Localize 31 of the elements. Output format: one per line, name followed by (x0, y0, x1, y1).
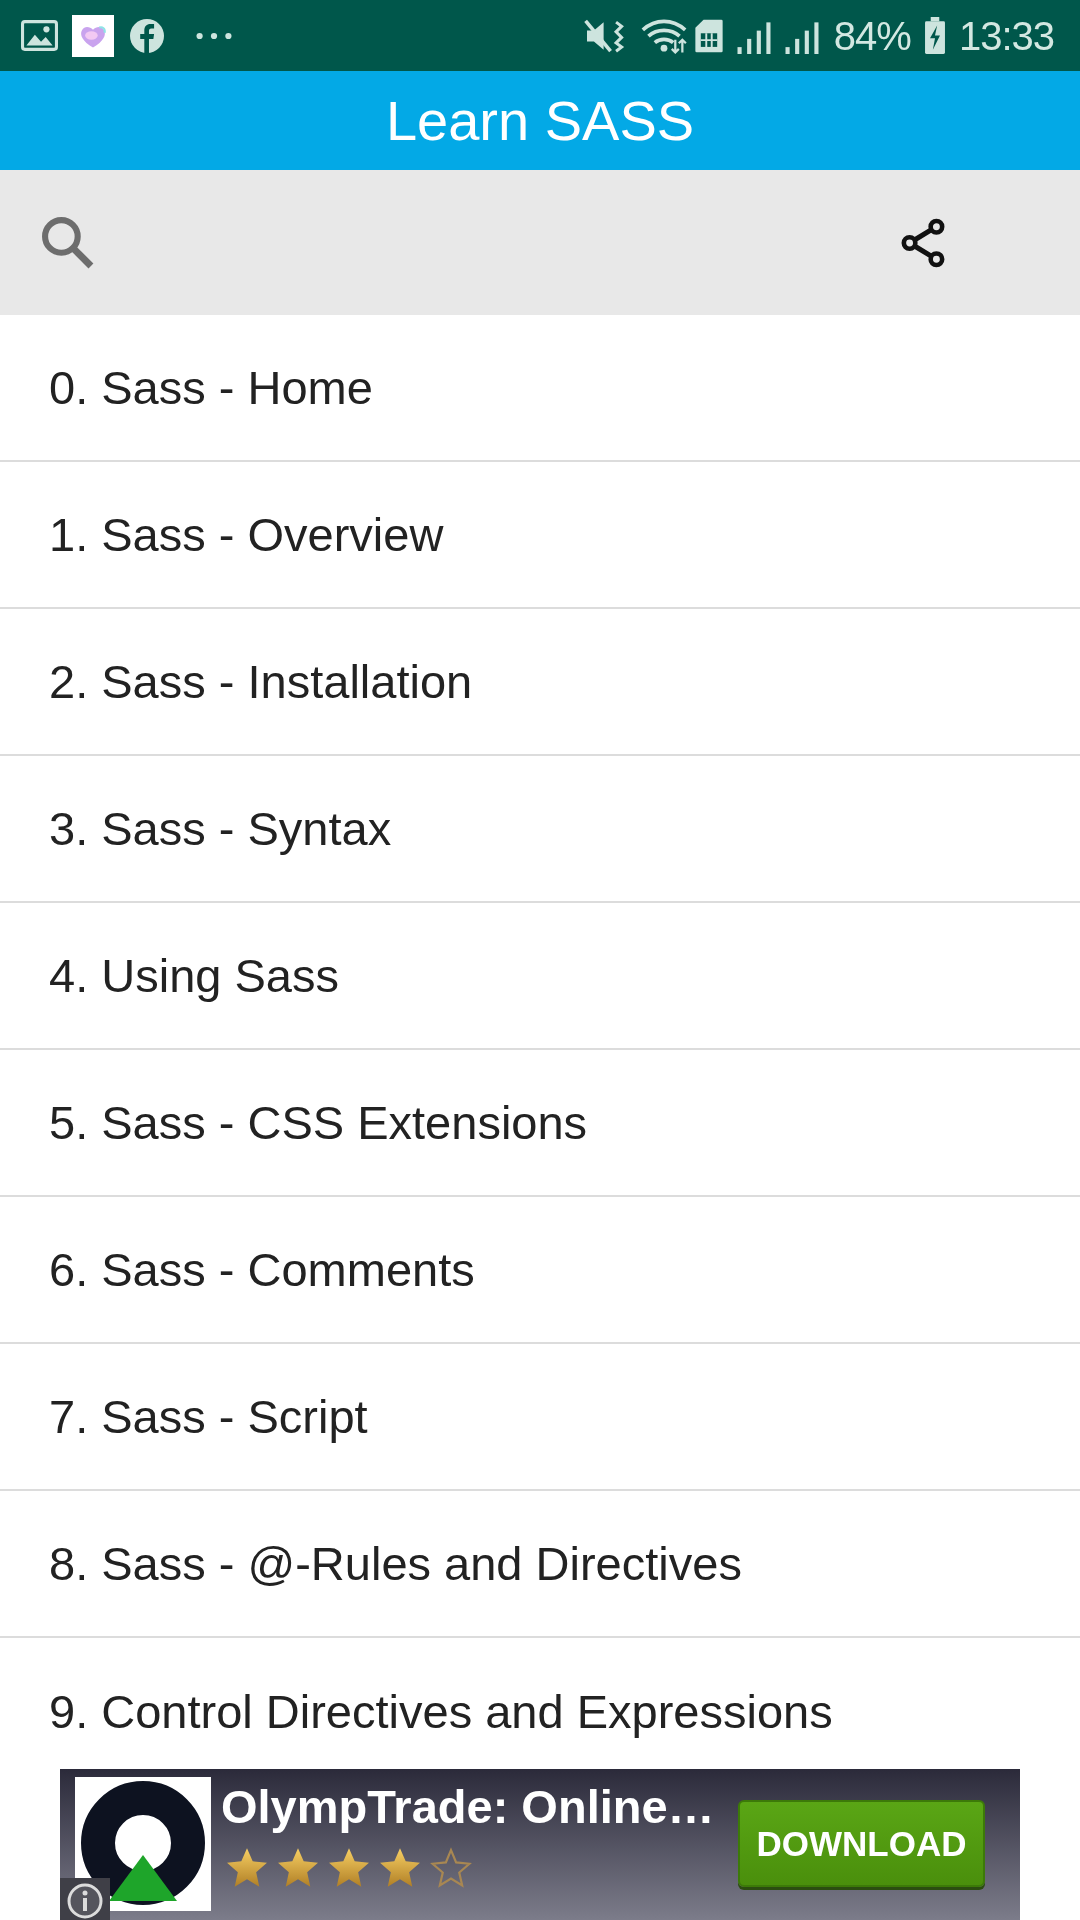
battery-percent: 84% (833, 15, 911, 56)
download-button[interactable]: DOWNLOAD (738, 1800, 985, 1887)
ad-title: OlympTrade: Online… (221, 1781, 715, 1833)
star-icon (429, 1846, 473, 1890)
chapter-item[interactable]: 7. Sass - Script (0, 1344, 1080, 1491)
chapter-item[interactable]: 5. Sass - CSS Extensions (0, 1050, 1080, 1197)
clock-time: 13:33 (958, 15, 1054, 56)
sim-icon (693, 17, 724, 54)
signal-icon (735, 21, 772, 54)
image-icon (21, 20, 58, 51)
chapter-item[interactable]: 9. Control Directives and Expressions (0, 1638, 1080, 1769)
chapter-item[interactable]: 0. Sass - Home (0, 315, 1080, 462)
app-title: Learn SASS (385, 87, 695, 154)
chapter-item[interactable]: 4. Using Sass (0, 903, 1080, 1050)
more-icon (196, 31, 232, 40)
mute-icon (583, 17, 626, 54)
f-logo-icon (130, 18, 164, 53)
search-icon[interactable] (41, 216, 94, 269)
chapter-item[interactable]: 8. Sass - @-Rules and Directives (0, 1491, 1080, 1638)
app-icon (72, 14, 114, 57)
chapter-item[interactable]: 2. Sass - Installation (0, 609, 1080, 756)
battery-charging-icon (924, 17, 945, 54)
share-icon[interactable] (900, 217, 946, 268)
chapter-item[interactable]: 6. Sass - Comments (0, 1197, 1080, 1344)
ad-banner[interactable]: OlympTrade: Online… DOWNLOAD (60, 1769, 1020, 1920)
chapter-item[interactable]: 1. Sass - Overview (0, 462, 1080, 609)
info-icon[interactable] (60, 1878, 110, 1920)
signal-icon (783, 21, 820, 54)
app-logo-icon (75, 1777, 211, 1911)
wifi-icon (639, 17, 688, 54)
chapter-item[interactable]: 3. Sass - Syntax (0, 756, 1080, 903)
